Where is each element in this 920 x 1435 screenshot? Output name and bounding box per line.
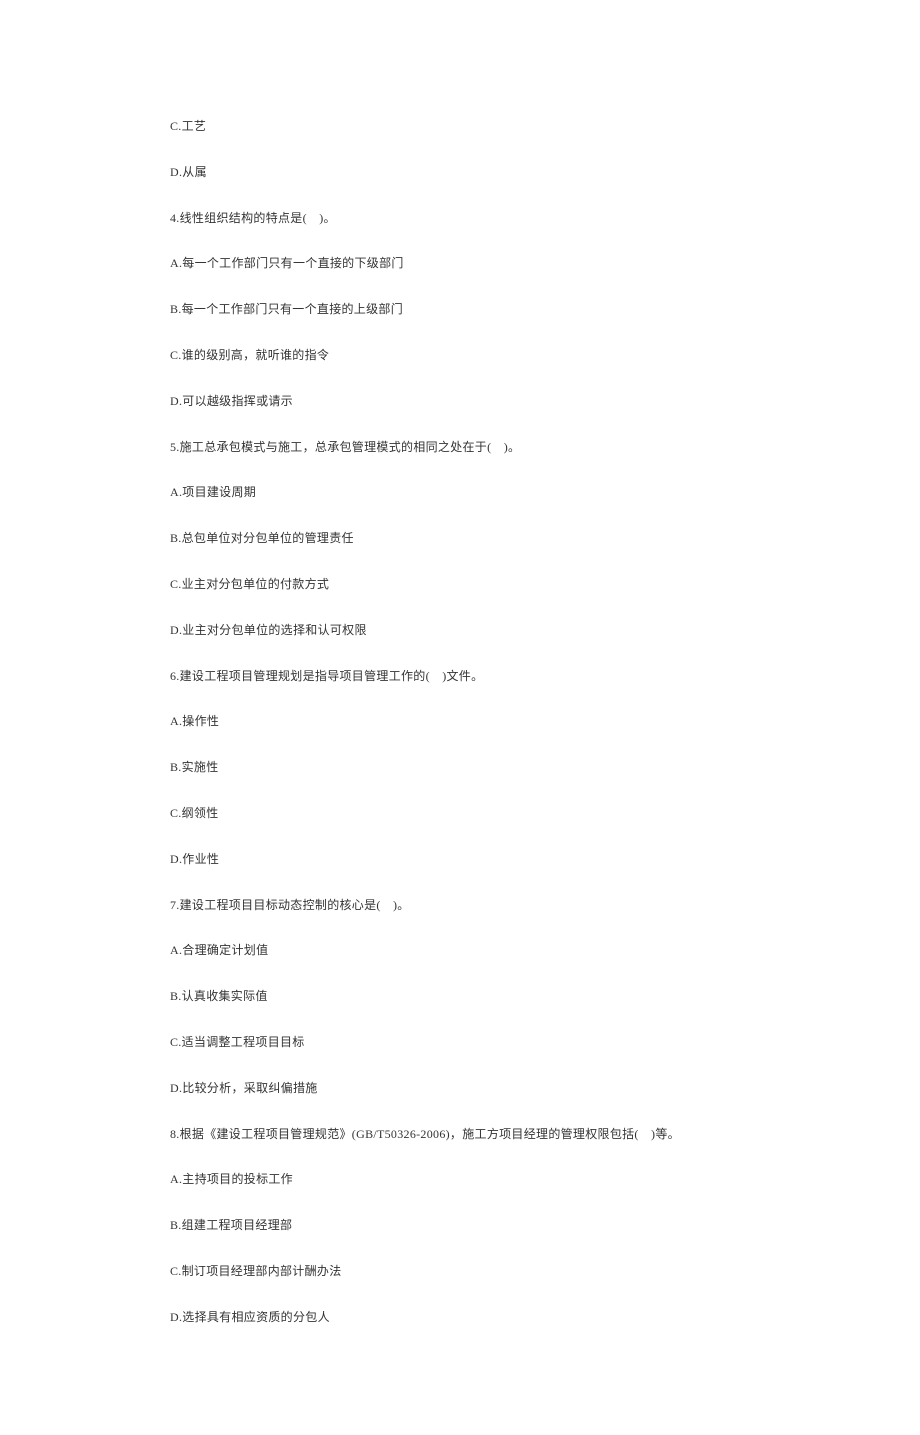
text-line: 4.线性组织结构的特点是( )。	[170, 210, 750, 227]
text-line: C.工艺	[170, 118, 750, 135]
text-line: D.作业性	[170, 851, 750, 868]
text-line: D.选择具有相应资质的分包人	[170, 1309, 750, 1326]
document-content: C.工艺 D.从属 4.线性组织结构的特点是( )。 A.每一个工作部门只有一个…	[0, 0, 920, 1435]
text-line: A.主持项目的投标工作	[170, 1171, 750, 1188]
text-line: 6.建设工程项目管理规划是指导项目管理工作的( )文件。	[170, 668, 750, 685]
text-line: 8.根据《建设工程项目管理规范》(GB/T50326-2006)，施工方项目经理…	[170, 1126, 750, 1143]
text-line: D.业主对分包单位的选择和认可权限	[170, 622, 750, 639]
text-line: C.谁的级别高，就听谁的指令	[170, 347, 750, 364]
text-line: C.制订项目经理部内部计酬办法	[170, 1263, 750, 1280]
text-line: C.适当调整工程项目目标	[170, 1034, 750, 1051]
text-line: B.认真收集实际值	[170, 988, 750, 1005]
text-line: D.比较分析，采取纠偏措施	[170, 1080, 750, 1097]
text-line: B.组建工程项目经理部	[170, 1217, 750, 1234]
text-line: D.可以越级指挥或请示	[170, 393, 750, 410]
text-line: 5.施工总承包模式与施工，总承包管理模式的相同之处在于( )。	[170, 439, 750, 456]
text-line: A.每一个工作部门只有一个直接的下级部门	[170, 255, 750, 272]
text-line: B.每一个工作部门只有一个直接的上级部门	[170, 301, 750, 318]
text-line: C.纲领性	[170, 805, 750, 822]
text-line: C.业主对分包单位的付款方式	[170, 576, 750, 593]
text-line: 7.建设工程项目目标动态控制的核心是( )。	[170, 897, 750, 914]
text-line: A.操作性	[170, 713, 750, 730]
text-line: B.总包单位对分包单位的管理责任	[170, 530, 750, 547]
text-line: B.实施性	[170, 759, 750, 776]
text-line: A.合理确定计划值	[170, 942, 750, 959]
text-line: A.项目建设周期	[170, 484, 750, 501]
text-line: D.从属	[170, 164, 750, 181]
